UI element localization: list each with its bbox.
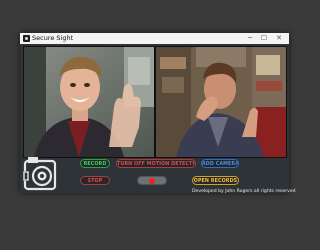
recording-toggle[interactable] xyxy=(137,176,167,185)
camera-feed-2 xyxy=(155,46,287,158)
toggle-motion-detection-button[interactable]: TURN OFF MOTION DETECTION xyxy=(116,159,196,168)
app-logo-icon xyxy=(23,35,30,42)
minimize-button[interactable]: ─ xyxy=(244,33,256,44)
maximize-button[interactable]: ☐ xyxy=(258,33,270,44)
recording-indicator-icon xyxy=(149,178,155,184)
close-button[interactable]: ✕ xyxy=(273,33,285,44)
record-button[interactable]: RECORD xyxy=(80,159,110,168)
add-camera-button[interactable]: ADD CAMERA xyxy=(201,159,239,168)
app-window: Secure Sight ─ ☐ ✕ RECORD TURN OFF MOTIO… xyxy=(20,33,296,194)
control-panel: RECORD TURN OFF MOTION DETECTION ADD CAM… xyxy=(20,157,296,194)
window-title: Secure Sight xyxy=(32,34,74,42)
camera-feed-1 xyxy=(23,46,155,158)
stop-button[interactable]: STOP xyxy=(80,176,110,185)
camera-lens-icon xyxy=(23,157,57,191)
title-bar[interactable]: Secure Sight ─ ☐ ✕ xyxy=(20,33,289,44)
open-records-button[interactable]: OPEN RECORDS xyxy=(192,176,239,185)
developer-credit: Developed by John Rogers all rights rese… xyxy=(192,189,296,194)
